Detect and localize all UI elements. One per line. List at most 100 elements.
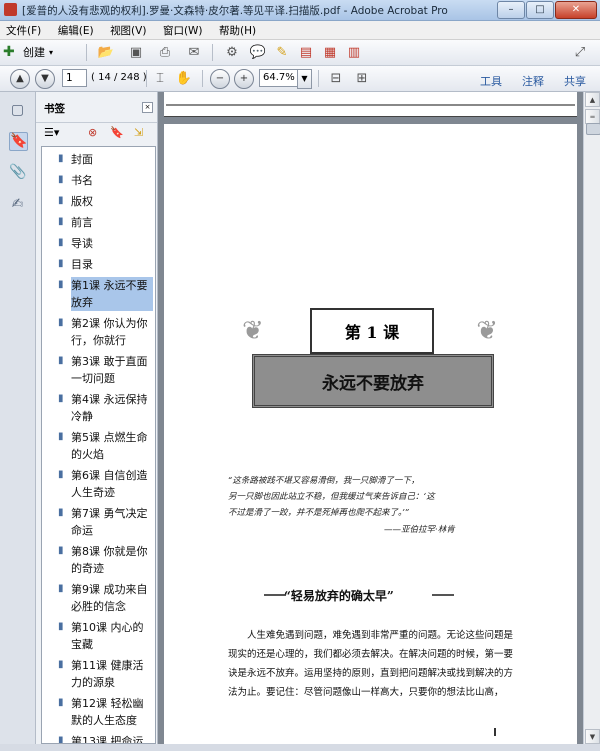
title-bar: [爱普的人没有悲观的权利].罗曼·文森特·皮尔著.等见平译.扫描版.pdf - … [0, 0, 600, 21]
bookmark-label-line: 宝藏 [71, 638, 93, 651]
pdf-edit-icon[interactable]: ▥ [344, 42, 364, 62]
tools-link[interactable]: 工具 [480, 73, 502, 89]
bookmark-label: 第4课 永远保持 冷静 [71, 391, 153, 425]
scroll-up-button[interactable]: ▲ [585, 92, 600, 107]
bookmark-label-line: 力的源泉 [71, 676, 115, 689]
minimize-button[interactable]: – [497, 1, 525, 19]
menu-view[interactable]: 视图(V) [104, 21, 153, 38]
menu-window[interactable]: 窗口(W) [157, 21, 210, 38]
heading-rule-left [264, 594, 286, 596]
print-icon[interactable]: ⎙ [155, 42, 175, 62]
share-link[interactable]: 共享 [564, 73, 586, 89]
bookmark-label: 第8课 你就是你 的奇迹 [71, 543, 153, 577]
bookmark-label-line: 冷静 [71, 410, 93, 423]
bookmark-label-line: 第7课 勇气决定 [71, 507, 148, 520]
bookmark-label-line: 前言 [71, 216, 93, 229]
previous-page [164, 92, 577, 117]
navigation-rail: ▢ 🔖 📎 ✍ [0, 92, 36, 744]
bookmark-label: 第2课 你认为你 行，你就行 [71, 315, 153, 349]
next-page-button[interactable]: ▼ [35, 69, 55, 89]
quote-line: 另一只脚也因此站立不稳，但我缓过气来告诉自己：‘这 [228, 492, 435, 502]
bookmark-panel-label: 书签 [44, 103, 65, 115]
select-tool-icon[interactable]: ⌶ [150, 68, 170, 88]
pdf-protect-icon[interactable]: ▦ [320, 42, 340, 62]
quote-source: ——亚伯拉罕·林肯 [384, 525, 455, 535]
bookmark-panel-header: 书签 × [36, 92, 157, 123]
bookmark-label-line: 人生奇迹 [71, 486, 115, 499]
bookmark-label: 第1课 永远不要 放弃 [71, 277, 153, 311]
bookmark-list: ▮ 封面 ▮ 书名 ▮ 版权 ▮ 前言 ▮ 导读 ▮ 目录 ▮ 第1课 永远不要 放弃 ▮ 第2课 你认为你 行，… [41, 146, 156, 744]
delete-bookmark-icon[interactable]: ⊗ [88, 126, 97, 139]
close-button[interactable]: ✕ [555, 1, 597, 19]
expand-icon[interactable]: ⤢ [570, 42, 590, 62]
panel-links: 工具 注释 共享 [460, 73, 586, 89]
toolbar-separator [86, 44, 87, 61]
open-icon[interactable]: 📂 [96, 42, 116, 62]
bookmark-icon: ▮ [58, 431, 64, 442]
bookmark-icon: ▮ [58, 659, 64, 670]
navigation-toolbar: ▲ ▼ 1 ( 14 / 248 ) ⌶ ✋ − + 64.7% ▼ ⊟ ⊞ 工… [0, 66, 600, 92]
panel-close-button[interactable]: × [142, 102, 153, 113]
lesson-title: 永远不要放弃 [252, 354, 494, 408]
zoom-in-button[interactable]: + [234, 69, 254, 89]
heading-rule-right [432, 594, 454, 596]
page-count: ( 14 / 248 ) [91, 72, 147, 83]
menu-help[interactable]: 帮助(H) [213, 21, 263, 38]
bookmark-icon: ▮ [58, 735, 64, 744]
bookmark-icon: ▮ [58, 393, 64, 404]
pdf-export-icon[interactable]: ▤ [296, 42, 316, 62]
quote-line: “这条路被践不堪又容易滑倒，我一只脚滑了一下， [228, 476, 420, 486]
split-handle[interactable]: ═ [585, 109, 600, 124]
zoom-input[interactable]: 64.7% [259, 69, 302, 87]
maximize-button[interactable]: □ [526, 1, 554, 19]
hand-tool-icon[interactable]: ✋ [174, 68, 194, 88]
bookmark-label: 版权 [71, 193, 153, 210]
menu-file[interactable]: 文件(F) [0, 21, 48, 38]
zoom-dropdown-button[interactable]: ▼ [297, 69, 312, 89]
save-icon[interactable]: ▣ [126, 42, 146, 62]
attachment-icon[interactable]: 📎 [9, 164, 26, 181]
signature-icon[interactable]: ✍ [9, 196, 26, 213]
bookmark-toolbar: ☰▾ ⊗ 🔖 ⇲ [36, 123, 157, 143]
email-icon[interactable]: ✉ [184, 42, 204, 62]
scroll-thumb[interactable] [586, 123, 600, 135]
bookmark-panel-icon[interactable]: 🔖 [9, 132, 28, 151]
settings-icon[interactable]: ⚙ [222, 42, 242, 62]
bookmark-icon: ▮ [58, 317, 64, 328]
page-thumbnails-icon[interactable]: ▢ [9, 102, 26, 119]
bookmark-icon: ▮ [58, 216, 64, 227]
bookmark-label-line: 封面 [71, 153, 93, 166]
comment-link[interactable]: 注释 [522, 73, 544, 89]
window-controls: – □ ✕ [496, 1, 597, 19]
previous-page-button[interactable]: ▲ [10, 69, 30, 89]
bookmark-label-line: 第6课 自信创造 [71, 469, 148, 482]
create-button[interactable]: ✚ 创建 ▾ [3, 42, 71, 62]
toolbar-separator [212, 44, 213, 61]
comment-icon[interactable]: 💬 [248, 42, 268, 62]
bookmark-icon: ▮ [58, 583, 64, 594]
acrobat-app-icon [4, 3, 17, 16]
fit-page-icon[interactable]: ⊟ [326, 68, 346, 88]
page-number-input[interactable]: 1 [62, 69, 87, 87]
bookmark-label-line: 必胜的信念 [71, 600, 126, 613]
bookmark-label: 第7课 勇气决定 命运 [71, 505, 153, 539]
lesson-title-frame: ❦ ❦ ✿ ✿ 第 1 课 永远不要放弃 [242, 298, 498, 416]
bookmark-label-line: 第8课 你就是你 [71, 545, 148, 558]
new-bookmark-icon[interactable]: 🔖 [110, 126, 124, 139]
fit-width-icon[interactable]: ⊞ [352, 68, 372, 88]
bookmark-icon: ▮ [58, 195, 64, 206]
bookmark-label: 第13课 把命运掌握在自己手中 [71, 733, 153, 743]
zoom-out-button[interactable]: − [210, 69, 230, 89]
create-icon: ✚ [3, 44, 15, 60]
bookmark-icon: ▮ [58, 545, 64, 556]
options-menu-icon[interactable]: ☰▾ [44, 126, 59, 139]
chevron-down-icon: ▾ [49, 47, 54, 57]
sign-icon[interactable]: ✎ [272, 42, 292, 62]
vertical-scrollbar[interactable]: ▲ ═ ▼ [583, 92, 600, 744]
bookmark-label-line: 第9课 成功来自 [71, 583, 148, 596]
create-label: 创建 [23, 46, 45, 59]
toolbar-separator [318, 70, 319, 87]
scroll-down-button[interactable]: ▼ [585, 729, 600, 744]
menu-edit[interactable]: 编辑(E) [52, 21, 101, 38]
expand-bookmark-icon[interactable]: ⇲ [134, 126, 143, 139]
